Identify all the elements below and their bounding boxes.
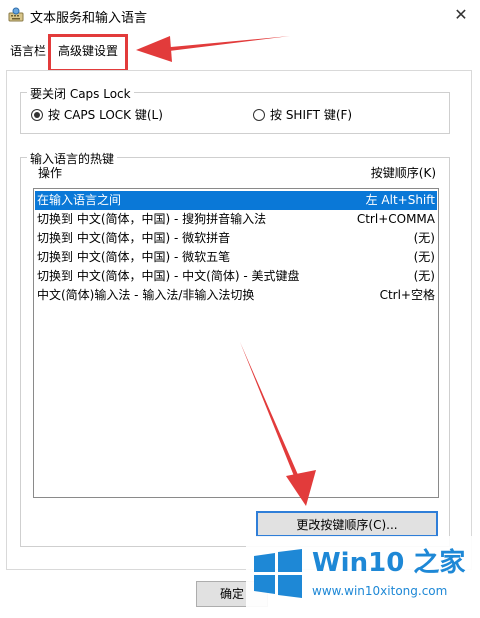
list-item-keys: Ctrl+COMMA [356,212,435,226]
list-item[interactable]: 切换到 中文(简体，中国) - 微软五笔 (无) [35,248,437,267]
radio-shift-label: 按 SHIFT 键(F) [270,108,353,122]
list-item[interactable]: 切换到 中文(简体，中国) - 中文(简体) - 美式键盘 (无) [35,267,437,286]
list-item-keys: (无) [413,231,435,245]
radio-selected-icon [31,109,43,121]
radio-caps-label: 按 CAPS LOCK 键(L) [48,108,163,122]
list-item-action: 切换到 中文(简体，中国) - 微软五笔 [37,250,231,264]
list-item[interactable]: 切换到 中文(简体，中国) - 微软拼音 (无) [35,229,437,248]
list-item-action: 切换到 中文(简体，中国) - 微软拼音 [37,231,231,245]
list-item-action: 中文(简体)输入法 - 输入法/非输入法切换 [37,288,255,302]
close-icon[interactable]: ✕ [450,4,472,26]
watermark-brand: Win10 之家 [312,548,466,578]
caps-lock-group: 要关闭 Caps Lock 按 CAPS LOCK 键(L) 按 SHIFT 键… [20,85,450,134]
tab-language-bar[interactable]: 语言栏 [8,40,52,62]
caps-lock-legend: 要关闭 Caps Lock [27,85,134,102]
watermark-logo: Win10 之家 www.win10xitong.com [246,536,476,614]
radio-unselected-icon [253,109,265,121]
list-item-keys: (无) [413,269,435,283]
keyboard-globe-icon [8,7,24,22]
annotation-highlight-box [48,34,128,72]
list-item-action: 切换到 中文(简体，中国) - 中文(简体) - 美式键盘 [37,269,300,283]
hotkey-list[interactable]: 在输入语言之间 左 Alt+Shift 切换到 中文(简体，中国) - 搜狗拼音… [33,188,439,498]
radio-shift-key[interactable]: 按 SHIFT 键(F) [253,107,352,123]
list-item-keys: Ctrl+空格 [379,288,435,302]
title-bar: 文本服务和输入语言 ✕ [0,0,480,30]
column-header-action: 操作 [38,166,63,180]
list-item-keys: 左 Alt+Shift [365,193,435,207]
list-item-action: 切换到 中文(简体，中国) - 搜狗拼音输入法 [37,212,267,226]
watermark-url: www.win10xitong.com [312,584,448,598]
column-header-key-sequence: 按键顺序(K) [370,166,436,180]
radio-caps-lock-key[interactable]: 按 CAPS LOCK 键(L) [31,107,163,123]
list-item-action: 在输入语言之间 [37,193,122,207]
list-item[interactable]: 切换到 中文(简体，中国) - 搜狗拼音输入法 Ctrl+COMMA [35,210,437,229]
list-item[interactable]: 在输入语言之间 左 Alt+Shift [35,191,437,210]
windows-logo-icon [254,549,302,598]
list-item-keys: (无) [413,250,435,264]
list-item[interactable]: 中文(简体)输入法 - 输入法/非输入法切换 Ctrl+空格 [35,286,437,305]
window-title: 文本服务和输入语言 [30,11,148,26]
change-key-sequence-button[interactable]: 更改按键顺序(C)... [256,511,438,537]
